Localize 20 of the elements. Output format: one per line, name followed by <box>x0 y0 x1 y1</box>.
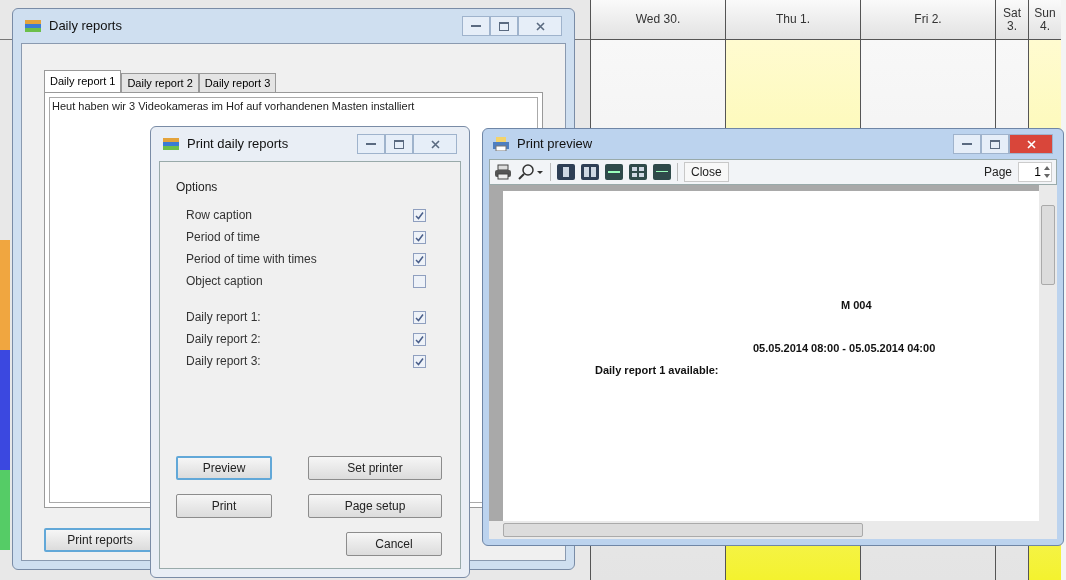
option-label: Object caption <box>186 273 263 290</box>
day-header: Wed 30. <box>591 0 725 40</box>
page-note: Daily report 1 available: <box>594 363 720 378</box>
window-title: Print daily reports <box>187 135 289 154</box>
window-title: Daily reports <box>49 17 122 36</box>
option-label: Period of time <box>186 229 261 246</box>
option-label: Row caption <box>186 207 253 224</box>
report-option-label: Daily report 1: <box>186 309 261 326</box>
day-header: Sat 3. <box>996 0 1028 40</box>
day-header: Sun 4. <box>1029 0 1061 40</box>
day-header: Thu 1. <box>726 0 860 40</box>
report-option-label: Daily report 3: <box>186 353 261 370</box>
options-label: Options <box>176 179 219 196</box>
page-period: 05.05.2014 08:00 - 05.05.2014 04:00 <box>752 340 937 356</box>
window-title: Print preview <box>517 135 593 154</box>
option-label: Period of time with times <box>186 251 317 268</box>
page-heading: M 004 <box>840 298 873 313</box>
page-label: Page <box>983 164 1012 181</box>
day-header: Fri 2. <box>861 0 995 40</box>
report-option-label: Daily report 2: <box>186 331 261 348</box>
